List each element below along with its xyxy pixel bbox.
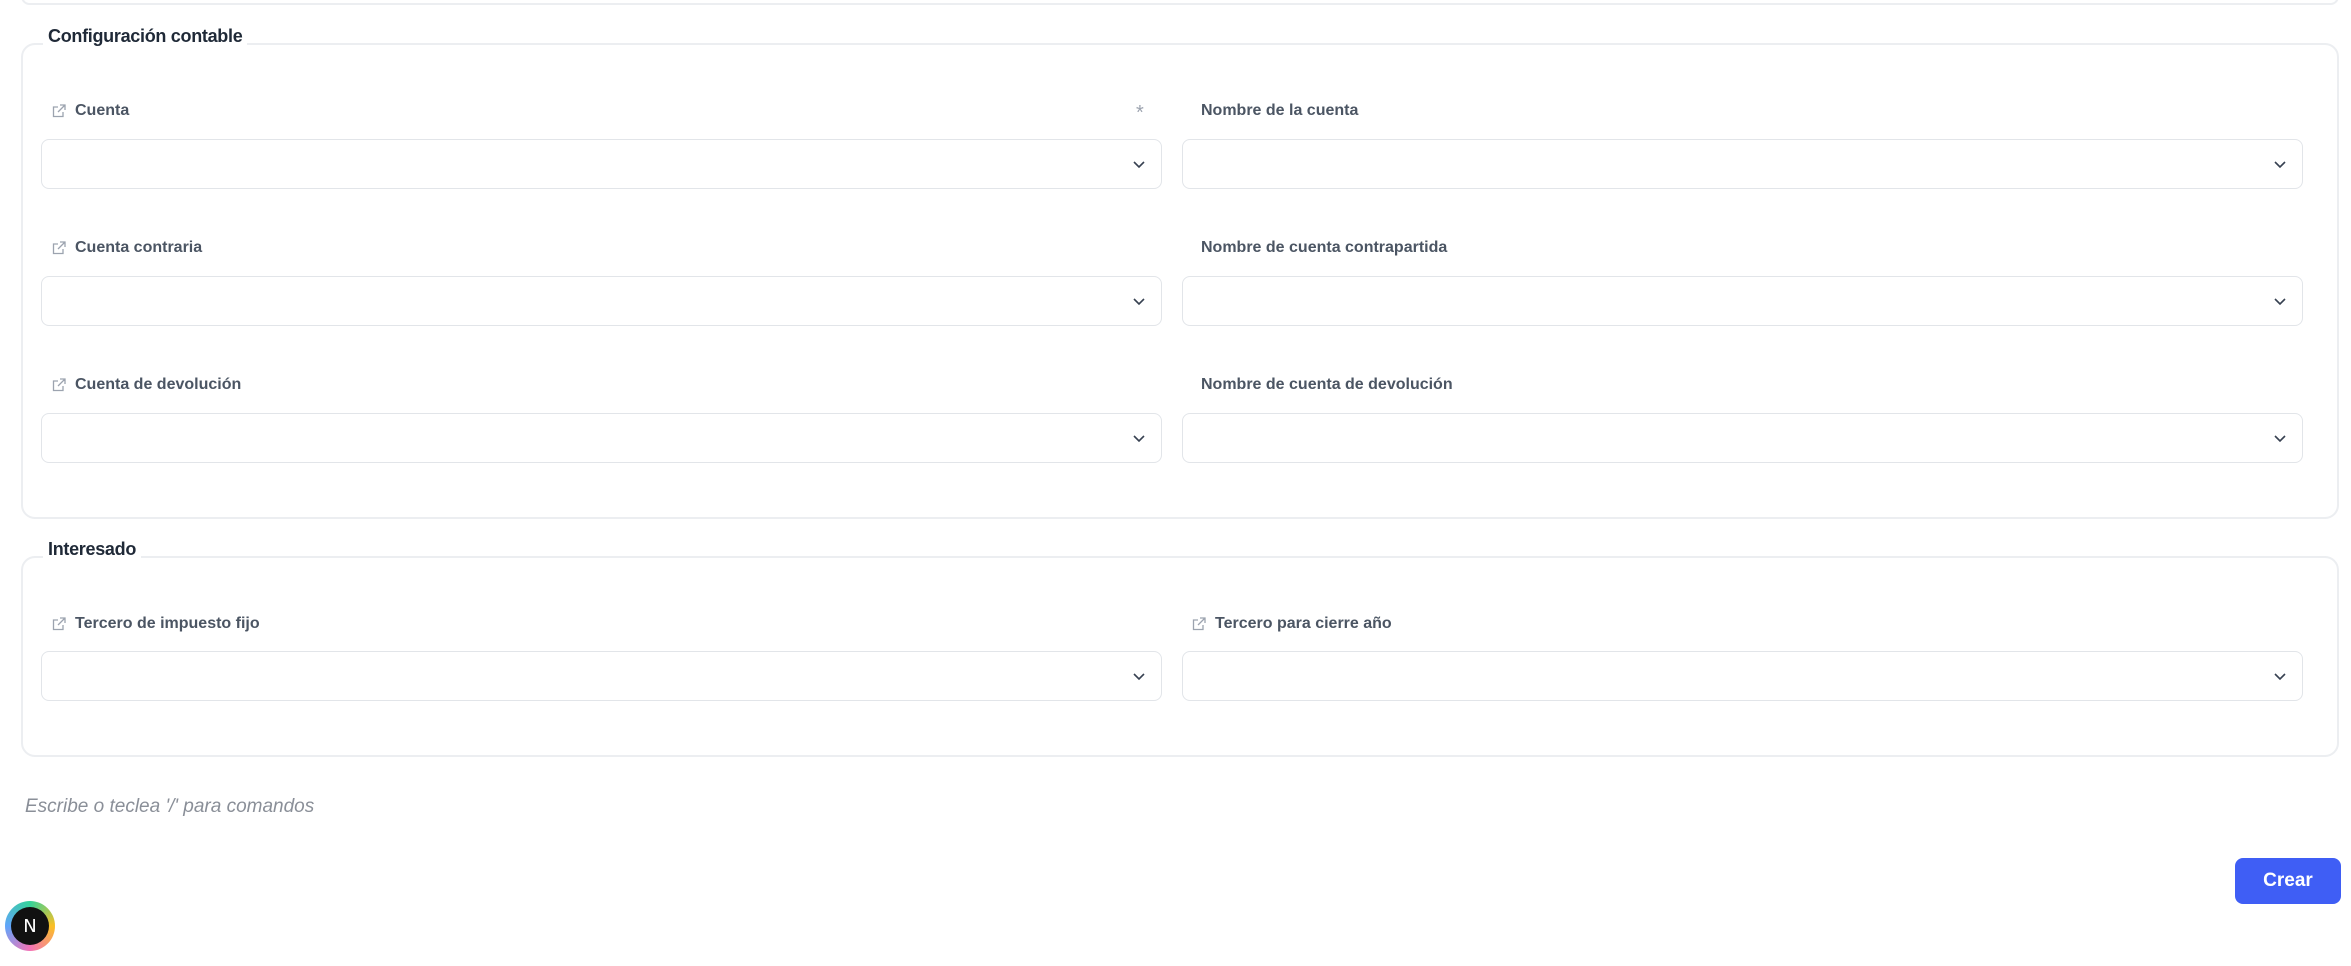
external-link-icon[interactable]: [51, 240, 67, 256]
refund-account-select[interactable]: [41, 413, 1162, 463]
chevron-down-icon: [2274, 435, 2286, 443]
chevron-down-icon: [2274, 161, 2286, 169]
chevron-down-icon: [2274, 673, 2286, 681]
refund-account-name-label-text: Nombre de cuenta de devolución: [1201, 376, 1453, 393]
create-button[interactable]: Crear: [2235, 858, 2341, 904]
account-label: Cuenta: [51, 102, 129, 120]
previous-section-card: [21, 0, 2339, 5]
account-label-text: Cuenta: [75, 102, 130, 119]
account-name-label: Nombre de la cuenta: [1201, 102, 1358, 120]
fixed-tax-third-label-text: Tercero de impuesto fijo: [75, 615, 260, 632]
avatar-initial: N: [11, 907, 49, 945]
external-link-icon[interactable]: [51, 103, 67, 119]
contra-account-name-label-text: Nombre de cuenta contrapartida: [1201, 239, 1448, 256]
fixed-tax-third-label: Tercero de impuesto fijo: [51, 615, 260, 633]
contra-account-name-label: Nombre de cuenta contrapartida: [1201, 239, 1447, 257]
contra-account-label-text: Cuenta contraria: [75, 239, 203, 256]
required-asterisk: *: [1136, 102, 1144, 124]
external-link-icon[interactable]: [1191, 616, 1207, 632]
refund-account-label: Cuenta de devolución: [51, 376, 241, 394]
section-title: Interesado: [43, 539, 142, 560]
contra-account-select[interactable]: [41, 276, 1162, 326]
editor-placeholder[interactable]: Escribe o teclea '/' para comandos: [25, 796, 314, 818]
chevron-down-icon: [1133, 161, 1145, 169]
chevron-down-icon: [2274, 298, 2286, 306]
account-select[interactable]: [41, 139, 1162, 189]
chevron-down-icon: [1133, 298, 1145, 306]
fixed-tax-third-select[interactable]: [41, 651, 1162, 701]
external-link-icon[interactable]: [51, 616, 67, 632]
avatar[interactable]: N: [5, 901, 55, 951]
section-title: Configuración contable: [43, 26, 248, 47]
year-close-third-label: Tercero para cierre año: [1191, 615, 1392, 633]
account-name-label-text: Nombre de la cuenta: [1201, 102, 1359, 119]
chevron-down-icon: [1133, 435, 1145, 443]
external-link-icon[interactable]: [51, 377, 67, 393]
refund-account-name-select[interactable]: [1182, 413, 2303, 463]
year-close-third-select[interactable]: [1182, 651, 2303, 701]
chevron-down-icon: [1133, 673, 1145, 681]
refund-account-label-text: Cuenta de devolución: [75, 376, 242, 393]
contra-account-name-select[interactable]: [1182, 276, 2303, 326]
account-name-select[interactable]: [1182, 139, 2303, 189]
contra-account-label: Cuenta contraria: [51, 239, 202, 257]
year-close-third-label-text: Tercero para cierre año: [1215, 615, 1392, 632]
refund-account-name-label: Nombre de cuenta de devolución: [1201, 376, 1453, 394]
